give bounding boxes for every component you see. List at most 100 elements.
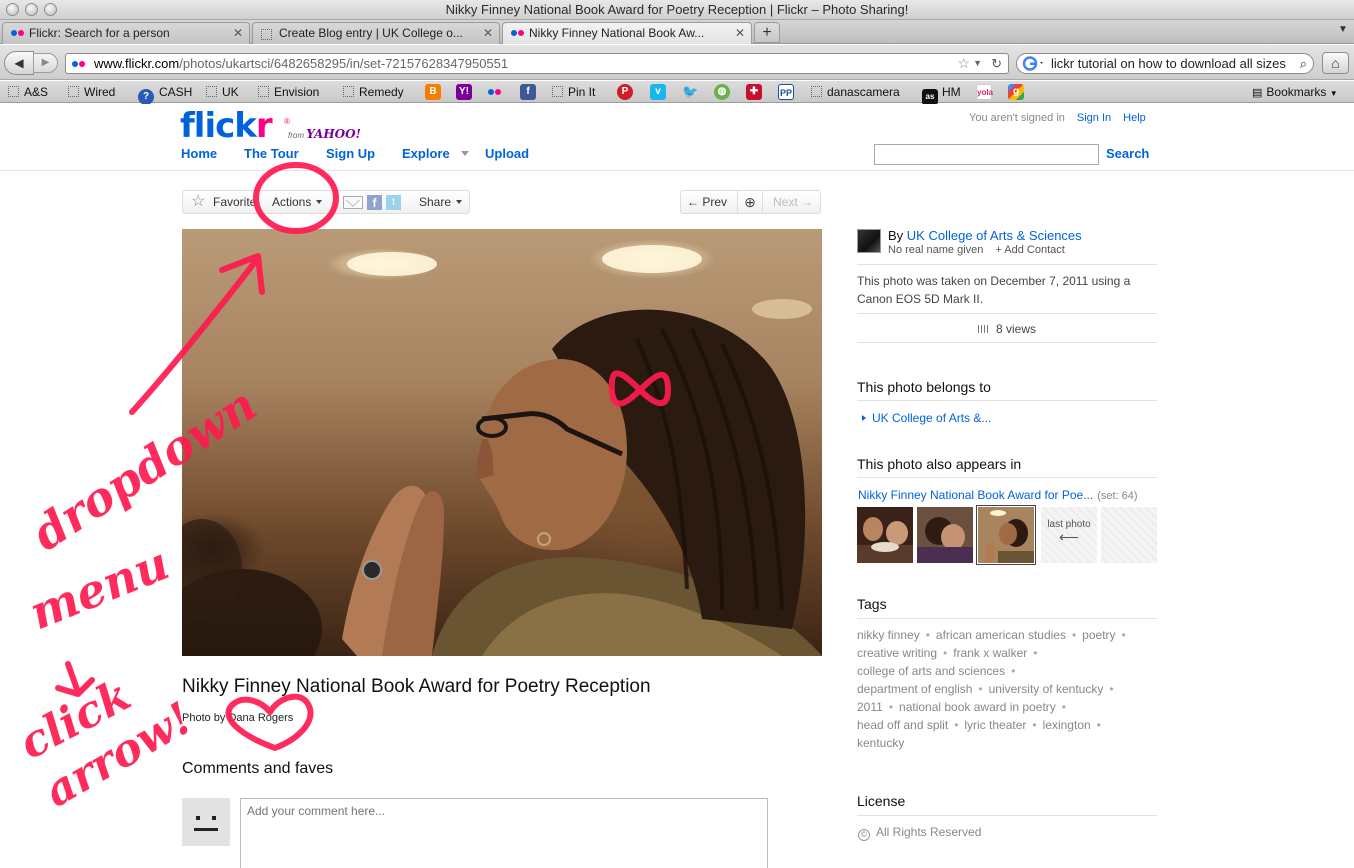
zoom-window-button[interactable] (44, 3, 57, 16)
back-button[interactable]: ◀ (4, 51, 34, 75)
flickr-logo[interactable]: flickr (180, 106, 273, 146)
prev-button[interactable]: ← Prev (687, 195, 727, 209)
facebook-icon[interactable]: f (520, 84, 536, 100)
bookmark-remedy[interactable]: Remedy (343, 84, 404, 100)
tag-link[interactable]: kentucky (857, 736, 904, 750)
url-path: /photos/ukartsci/6482658295/in/set-72157… (179, 56, 509, 71)
tag-link[interactable]: african american studies (936, 628, 1066, 642)
reload-icon[interactable]: ↻ (991, 54, 1002, 73)
close-tab-icon[interactable]: ✕ (735, 23, 745, 43)
yahoo-icon[interactable]: Y! (456, 84, 472, 100)
star-icon[interactable]: ☆ (191, 193, 205, 211)
bookmarks-menu-button[interactable]: ▤ Bookmarks ▼ (1252, 84, 1338, 102)
set-thumbnail[interactable] (857, 507, 913, 563)
facebook-share-icon[interactable]: f (367, 195, 382, 210)
divider (857, 342, 1157, 343)
pp-icon[interactable]: PP (778, 84, 794, 100)
favorite-button[interactable]: Favorite (213, 195, 256, 209)
help-link[interactable]: Help (1123, 112, 1146, 124)
divider (857, 400, 1157, 401)
divider (857, 313, 1157, 314)
close-tab-icon[interactable]: ✕ (483, 23, 493, 43)
tag-link[interactable]: university of kentucky (989, 682, 1104, 696)
tag-link[interactable]: poetry (1082, 628, 1115, 642)
history-dropdown-icon[interactable]: ▼ (973, 54, 982, 73)
search-icon[interactable]: ⌕ (1300, 54, 1307, 73)
photostream-link[interactable]: UK College of Arts &... (862, 411, 991, 425)
minimize-window-button[interactable] (25, 3, 38, 16)
flickr-bookmark-icon[interactable] (487, 84, 503, 100)
tag-link[interactable]: frank x walker (953, 646, 1027, 660)
set-thumbnail[interactable] (917, 507, 973, 563)
chevron-down-icon[interactable] (316, 200, 323, 204)
pinterest-icon[interactable]: P (617, 84, 633, 100)
photographer-link[interactable]: Dana Rogers (228, 712, 293, 724)
home-button[interactable]: ⌂ (1322, 52, 1349, 74)
bookmark-star-icon[interactable]: ☆ (957, 54, 970, 73)
forward-button[interactable]: ▶ (33, 53, 58, 73)
actions-dropdown-button[interactable]: Actions (272, 195, 323, 209)
registered-mark-icon: ® (284, 117, 290, 126)
tab-list-chevron-down-icon[interactable]: ▼ (1338, 24, 1348, 35)
tag-link[interactable]: head off and split (857, 718, 948, 732)
tag-link[interactable]: 2011 (857, 700, 883, 714)
zoom-icon[interactable]: ⊕ (737, 191, 763, 213)
nav-upload[interactable]: Upload (485, 146, 529, 161)
nav-the-tour[interactable]: The Tour (244, 146, 299, 161)
tag-link[interactable]: national book award in poetry (899, 700, 1056, 714)
address-bar[interactable]: www.flickr.com/photos/ukartsci/648265829… (65, 53, 1009, 74)
chevron-down-icon[interactable] (456, 200, 463, 204)
email-icon[interactable] (343, 196, 363, 209)
bookmark-wired[interactable]: Wired (68, 84, 115, 100)
comment-input[interactable] (240, 798, 768, 868)
tag-link[interactable]: creative writing (857, 646, 937, 660)
arrow-left-icon: ⟵ (1058, 529, 1080, 545)
owner-avatar[interactable] (857, 229, 881, 253)
vimeo-icon[interactable]: v (650, 84, 666, 100)
search-bar[interactable]: lickr tutorial on how to download all si… (1016, 53, 1314, 74)
twitter-share-icon[interactable]: t (386, 195, 401, 210)
google-search-engine-icon[interactable] (1022, 56, 1046, 71)
tab-create-blog-entry[interactable]: Create Blog entry | UK College o... ✕ (252, 22, 500, 44)
owner-details: No real name given + Add Contact (888, 244, 1065, 256)
bookmark-cash[interactable]: ? CASH (138, 84, 192, 105)
search-button[interactable]: Search (1106, 146, 1149, 161)
site-search-input[interactable] (874, 144, 1099, 165)
add-contact-link[interactable]: + Add Contact (995, 244, 1064, 256)
set-thumbnail-current[interactable] (976, 505, 1036, 565)
nav-sign-up[interactable]: Sign Up (326, 146, 375, 161)
tag-link[interactable]: department of english (857, 682, 972, 696)
bookmark-uk[interactable]: UK (206, 84, 239, 100)
tag-link[interactable]: college of arts and sciences (857, 664, 1005, 678)
yola-icon[interactable]: yola (976, 84, 993, 100)
nav-explore[interactable]: Explore (402, 146, 450, 161)
bookmark-a-and-s[interactable]: A&S (8, 84, 48, 100)
owner-link[interactable]: UK College of Arts & Sciences (907, 228, 1082, 243)
bookmark-hm[interactable]: as HM (922, 84, 961, 105)
license-info: © All Rights Reserved (858, 825, 981, 841)
red-cross-icon[interactable]: ✚ (746, 84, 762, 100)
tab-nikky-finney[interactable]: Nikky Finney National Book Aw... ✕ (502, 22, 752, 44)
explore-dropdown-arrow-icon[interactable] (461, 151, 469, 156)
tag-link[interactable]: lexington (1043, 718, 1091, 732)
new-tab-button[interactable]: + (754, 22, 780, 43)
close-window-button[interactable] (6, 3, 19, 16)
main-photo[interactable] (182, 229, 822, 656)
share-dropdown-button[interactable]: Share (419, 195, 463, 209)
license-link[interactable]: All Rights Reserved (876, 825, 981, 839)
set-title-link[interactable]: Nikky Finney National Book Award for Poe… (858, 488, 1093, 502)
globe-icon[interactable]: ◍ (714, 84, 730, 100)
sign-in-link[interactable]: Sign In (1077, 112, 1111, 124)
tag-link[interactable]: nikky finney (857, 628, 920, 642)
blogger-icon[interactable]: B (425, 84, 441, 100)
tab-flickr-search[interactable]: Flickr: Search for a person ✕ (2, 22, 250, 44)
google-icon[interactable]: g (1008, 84, 1024, 100)
next-button[interactable]: Next → (773, 195, 813, 209)
tag-link[interactable]: lyric theater (964, 718, 1026, 732)
bookmark-envision[interactable]: Envision (258, 84, 319, 100)
close-tab-icon[interactable]: ✕ (233, 23, 243, 43)
nav-home[interactable]: Home (181, 146, 217, 161)
bookmark-danascamera[interactable]: danascamera (811, 84, 900, 100)
twitter-icon[interactable]: 🐦 (682, 84, 698, 100)
bookmark-pin-it[interactable]: Pin It (552, 84, 595, 100)
